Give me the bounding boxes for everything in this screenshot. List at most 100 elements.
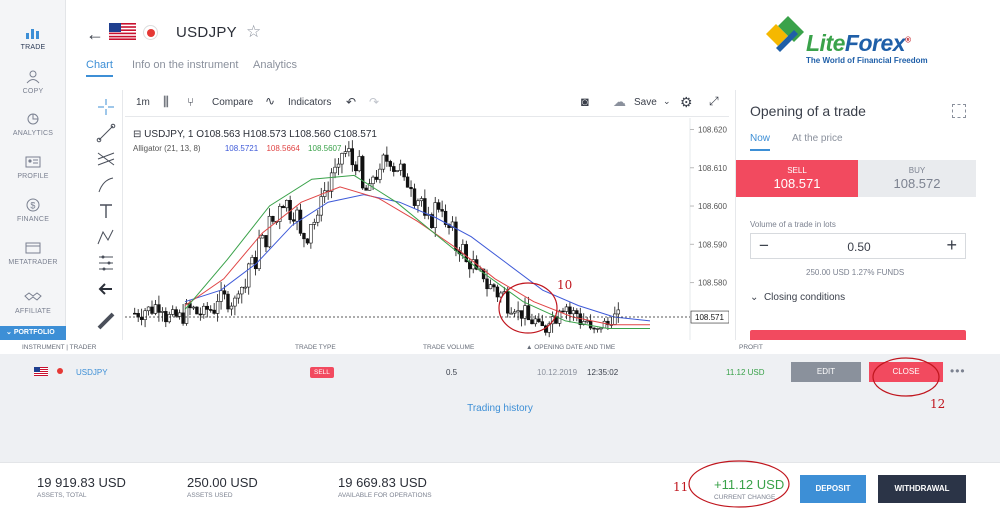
tab-analytics[interactable]: Analytics xyxy=(253,59,297,71)
col-profit[interactable]: PROFIT xyxy=(739,344,763,351)
fullscreen-icon[interactable]: ⤢ xyxy=(709,94,719,109)
indicators-button[interactable]: Indicators xyxy=(288,97,331,108)
sidebar-item-metatrader[interactable]: METATRADER xyxy=(0,241,66,266)
pattern-tool-icon[interactable] xyxy=(95,226,117,248)
portfolio-label: PORTFOLIO xyxy=(13,329,55,336)
candle-body xyxy=(146,306,151,312)
col-trade-type[interactable]: TRADE TYPE xyxy=(295,344,336,351)
candle-body xyxy=(595,328,600,330)
candle-body xyxy=(488,284,493,290)
sidebar-item-analytics[interactable]: ANALYTICS xyxy=(0,112,66,137)
buy-button[interactable]: BUY 108.572 xyxy=(858,160,976,197)
arrow-left-icon[interactable] xyxy=(95,278,117,300)
trading-history-link[interactable]: Trading history xyxy=(0,403,1000,414)
sell-button[interactable]: SELL 108.571 xyxy=(736,160,858,197)
closing-conditions-label: Closing conditions xyxy=(763,292,846,303)
candle-body xyxy=(385,154,389,162)
sidebar-item-label: TRADE xyxy=(20,44,46,51)
table-row[interactable]: USDJPY SELL 0.5 10.12.2019 12:35:02 11.1… xyxy=(0,354,1000,390)
candle-body xyxy=(613,313,617,325)
increase-button[interactable]: + xyxy=(946,235,957,256)
tab-info[interactable]: Info on the instrument xyxy=(132,59,238,71)
ruler-icon[interactable] xyxy=(95,310,117,332)
candle-body xyxy=(305,238,310,244)
logo-wordmark: LiteForex® xyxy=(806,30,911,57)
star-icon[interactable]: ☆ xyxy=(246,22,261,42)
candle-type-icon[interactable]: ⫼ xyxy=(163,94,169,110)
account-summary: 19 919.83 USD ASSETS, TOTAL 250.00 USD A… xyxy=(0,462,1000,510)
sidebar-item-trade[interactable]: TRADE xyxy=(0,26,66,51)
sidebar-item-profile[interactable]: PROFILE xyxy=(0,155,66,180)
save-button[interactable]: Save xyxy=(634,97,657,108)
text-tool-icon[interactable] xyxy=(95,200,117,222)
candle-body xyxy=(222,290,227,295)
price-chart[interactable]: 108.620 108.610 108.600 108.590 108.580 108.5… xyxy=(125,118,729,340)
withdrawal-button[interactable]: WITHDRAWAL xyxy=(878,475,966,503)
legend-collapse-icon[interactable]: ⊟ xyxy=(133,129,144,140)
candle-body xyxy=(243,286,247,289)
col-opening-date[interactable]: ▲ OPENING DATE AND TIME xyxy=(526,344,615,351)
logo-tagline: The World of Financial Freedom xyxy=(806,56,928,65)
tab-chart[interactable]: Chart xyxy=(86,59,113,77)
close-button[interactable]: CLOSE xyxy=(869,362,943,382)
sidebar-item-label: ANALYTICS xyxy=(12,130,54,137)
gear-icon[interactable]: ⚙ xyxy=(680,94,693,111)
candle-body xyxy=(260,235,265,239)
assets-total-label: ASSETS, TOTAL xyxy=(37,492,87,499)
sidebar-item-label: COPY xyxy=(22,88,44,95)
current-change: +11.12 USD CURRENT CHANGE xyxy=(714,477,784,501)
edit-button[interactable]: EDIT xyxy=(791,362,861,382)
candle-body xyxy=(350,148,355,166)
chevron-down-icon: ⌄ xyxy=(750,292,764,303)
row-symbol[interactable]: USDJPY xyxy=(76,368,108,377)
volume-stepper: − 0.50 + xyxy=(750,233,966,259)
volume-input[interactable]: 0.50 xyxy=(751,240,967,254)
closing-conditions-toggle[interactable]: ⌄ Closing conditions xyxy=(750,292,845,303)
interval-selector[interactable]: 1m xyxy=(136,97,150,108)
row-time: 12:35:02 xyxy=(587,368,619,377)
trade-type-badge: SELL xyxy=(310,367,334,378)
compare-button[interactable]: Compare xyxy=(212,97,253,108)
candle-body xyxy=(537,318,541,322)
annotation-label-12: 12 xyxy=(930,397,946,411)
tab-at-price[interactable]: At the price xyxy=(792,133,843,144)
indicators-icon: ∿ xyxy=(265,94,276,108)
alligator-teeth-line xyxy=(184,186,650,326)
col-instrument[interactable]: INSTRUMENT | TRADER xyxy=(22,344,96,351)
sidebar-item-finance[interactable]: $ FINANCE xyxy=(0,198,66,223)
candle-body xyxy=(177,312,182,317)
fib-tool-icon[interactable] xyxy=(95,148,117,170)
deposit-button[interactable]: DEPOSIT xyxy=(800,475,866,503)
candle-body xyxy=(133,312,137,315)
candle-body xyxy=(588,320,593,329)
more-options-icon[interactable]: ••• xyxy=(950,364,966,378)
crosshair-icon[interactable] xyxy=(95,96,117,118)
measure-tool-icon[interactable] xyxy=(95,252,117,274)
expand-icon[interactable] xyxy=(952,104,966,118)
candle-body xyxy=(329,172,334,192)
back-arrow-icon[interactable]: ← xyxy=(86,24,104,45)
candle-body xyxy=(402,163,406,178)
candle-body xyxy=(540,321,544,327)
us-flag-icon xyxy=(34,367,48,376)
candle-body xyxy=(312,221,317,225)
candle-body xyxy=(284,200,289,209)
cloud-icon: ☁ xyxy=(613,94,626,109)
candle-body xyxy=(381,154,386,170)
candle-body xyxy=(561,310,565,313)
candle-body xyxy=(143,310,147,320)
brush-icon[interactable] xyxy=(95,174,117,196)
col-trade-volume[interactable]: TRADE VOLUME xyxy=(423,344,474,351)
undo-icon[interactable]: ↶ xyxy=(346,95,356,109)
save-dropdown-icon[interactable]: ⌄ xyxy=(663,96,671,107)
trend-line-icon[interactable] xyxy=(95,122,117,144)
sidebar-item-affiliate[interactable]: AFFILIATE xyxy=(0,290,66,315)
candle-body xyxy=(343,151,348,154)
tab-now[interactable]: Now xyxy=(750,133,771,151)
sidebar-item-label: METATRADER xyxy=(8,259,58,266)
portfolio-tab[interactable]: ⌄ PORTFOLIO xyxy=(0,326,66,340)
camera-icon[interactable]: ◙ xyxy=(581,94,589,109)
redo-icon[interactable]: ↷ xyxy=(369,95,379,109)
sidebar-item-copy[interactable]: COPY xyxy=(0,70,66,95)
logo-lite: Lite xyxy=(806,30,845,56)
